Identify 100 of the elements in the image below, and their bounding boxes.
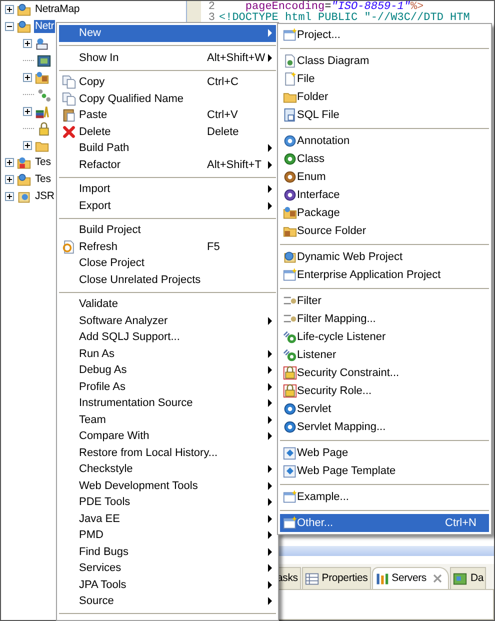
menu-item[interactable]: PDE Tools [59, 494, 276, 510]
menu-item[interactable]: Class Diagram [280, 52, 489, 70]
menu-item[interactable]: Web Development Tools [59, 478, 276, 494]
menu-item[interactable]: Refresh F5 [59, 238, 276, 255]
menu-item[interactable]: Team [59, 412, 276, 428]
menu-item[interactable]: Web Page [280, 444, 489, 462]
lock-icon [283, 384, 297, 398]
menu-item[interactable]: Security Role... [280, 382, 489, 400]
menu-item[interactable]: Restore from Local History... [59, 444, 276, 461]
menu-item[interactable]: Run As [59, 346, 276, 362]
document-icon [283, 108, 297, 122]
menu-item[interactable]: Export [59, 198, 276, 214]
circle-icon [283, 170, 297, 184]
expand-toggle[interactable] [5, 158, 14, 167]
copy-icon [62, 92, 76, 106]
menu-item[interactable]: Servlet Mapping... [280, 418, 489, 436]
expand-toggle[interactable] [5, 192, 14, 201]
menu-item[interactable]: New [59, 25, 276, 42]
menu-item[interactable]: Filter [280, 292, 489, 310]
expand-toggle[interactable] [5, 5, 14, 14]
menu-item[interactable]: Example... [280, 488, 489, 506]
expand-toggle[interactable] [5, 175, 14, 184]
menu-item[interactable]: Source Folder [280, 222, 489, 240]
menu-item[interactable]: Listener [280, 346, 489, 364]
menu-item[interactable]: PMD [59, 527, 276, 544]
menu-item[interactable]: Enterprise Application Project [280, 266, 489, 284]
view-tab[interactable]: Da [450, 567, 486, 589]
servers-icon [374, 572, 389, 586]
menu-item[interactable]: Build Path [59, 140, 276, 156]
folder-icon [35, 70, 49, 84]
menu-item[interactable]: Close Unrelated Projects [59, 272, 276, 288]
document-icon [283, 54, 297, 68]
menu-item[interactable]: Compare With [59, 428, 276, 444]
shortcut-text: Delete [207, 124, 239, 140]
clipboard-icon [62, 108, 76, 122]
menu-item[interactable]: Folder [280, 88, 489, 106]
menu-item[interactable]: Annotation [280, 132, 489, 150]
code-line: <!DOCTYPE html PUBLIC "-//W3C//DTD HTM [219, 12, 470, 23]
menu-item[interactable]: Other... Ctrl+N [280, 514, 489, 532]
menu-item[interactable]: Copy Qualified Name [59, 90, 276, 107]
menu-item[interactable]: Security Constraint... [280, 364, 489, 382]
menu-item[interactable]: Delete Delete [59, 124, 276, 140]
circle-icon [283, 188, 297, 202]
menu-item[interactable]: Filter Mapping... [280, 310, 489, 328]
menu-item[interactable]: Dynamic Web Project [280, 248, 489, 266]
menu-item[interactable]: Debug As [59, 362, 276, 378]
menu-item[interactable]: Import [59, 181, 276, 198]
line-number: 3 [207, 12, 216, 23]
menu-item[interactable]: Refactor Alt+Shift+T [59, 156, 276, 173]
window-icon [283, 28, 297, 42]
expand-toggle[interactable] [23, 39, 32, 48]
menu-item[interactable]: Package [280, 204, 489, 222]
menu-item[interactable]: SQL File [280, 106, 489, 124]
expand-toggle[interactable] [23, 107, 32, 116]
window-icon [283, 516, 297, 530]
expand-toggle[interactable] [5, 22, 14, 31]
menu-item[interactable]: Build Project [59, 222, 276, 238]
menu-item[interactable]: Services [59, 560, 276, 576]
menu-item[interactable]: Validate [59, 296, 276, 312]
view-tab[interactable]: Servers [372, 567, 450, 589]
circle-icon [283, 420, 297, 434]
menu-item[interactable]: Close Project [59, 255, 276, 272]
web-page-icon [283, 464, 297, 478]
window-icon [283, 268, 297, 282]
shortcut-text: Alt+Shift+T [207, 158, 262, 172]
menu-item[interactable]: Instrumentation Source [59, 395, 276, 412]
books-icon [35, 104, 49, 118]
menu-item[interactable]: JPA Tools [59, 576, 276, 593]
expand-toggle[interactable] [23, 73, 32, 82]
menu-item[interactable]: Servlet [280, 400, 489, 418]
menu-item[interactable]: Show In Alt+Shift+W [59, 50, 276, 66]
view-tab[interactable]: Properties [302, 567, 371, 589]
code-line: pageEncoding="ISO-8859-1"%> [245, 2, 424, 12]
menu-item[interactable]: Source [59, 593, 276, 610]
menu-item[interactable]: Class [280, 150, 489, 168]
menu-item[interactable]: Interface [280, 186, 489, 204]
tree-item[interactable]: NetraMap [34, 3, 81, 16]
shortcut-text: Alt+Shift+W [207, 50, 266, 66]
menu-item[interactable]: Find Bugs [59, 544, 276, 560]
tree-item[interactable]: Tes [34, 173, 52, 186]
shortcut-text: Ctrl+C [207, 75, 238, 90]
menu-item[interactable]: Project... [280, 26, 489, 44]
tree-item[interactable]: Netr [34, 20, 56, 33]
menu-item[interactable]: Web Page Template [280, 462, 489, 480]
menu-item[interactable]: Add SQLJ Support... [59, 329, 276, 346]
package-folder-icon [283, 224, 297, 238]
menu-item[interactable]: Software Analyzer [59, 312, 276, 329]
menu-item[interactable]: Life-cycle Listener [280, 328, 489, 346]
close-icon[interactable] [433, 574, 442, 583]
tree-item[interactable]: JSR [34, 190, 56, 203]
menu-item[interactable]: File [280, 70, 489, 88]
menu-item[interactable]: Copy Ctrl+C [59, 74, 276, 90]
menu-item[interactable]: Paste Ctrl+V [59, 107, 276, 124]
menu-item[interactable]: Checkstyle [59, 461, 276, 478]
tree-item[interactable]: Tes [34, 156, 52, 169]
lock-icon [283, 366, 297, 380]
menu-item[interactable]: Java EE [59, 510, 276, 527]
expand-toggle[interactable] [23, 141, 32, 150]
menu-item[interactable]: Enum [280, 168, 489, 186]
menu-item[interactable]: Profile As [59, 378, 276, 395]
